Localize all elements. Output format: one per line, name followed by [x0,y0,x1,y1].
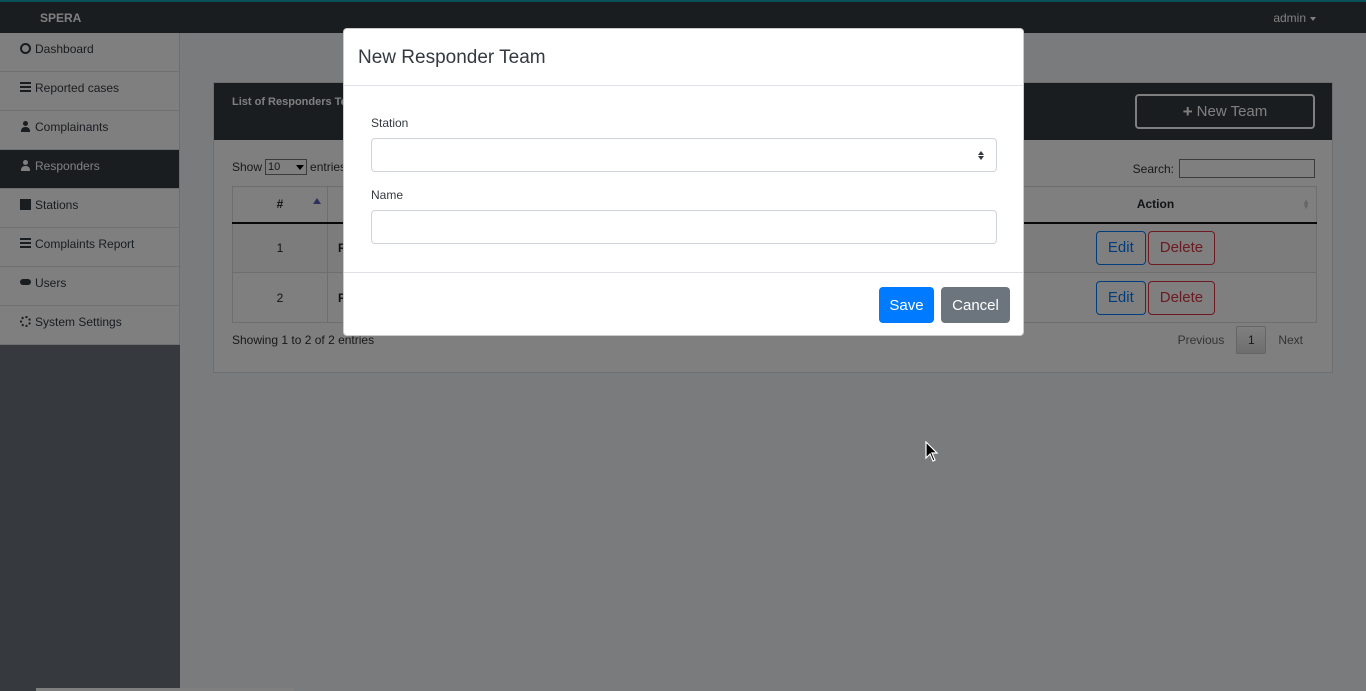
name-input[interactable] [371,210,997,244]
station-label: Station [371,116,409,130]
name-label: Name [371,188,404,202]
modal-body: Station Name [344,86,1023,273]
cancel-button[interactable]: Cancel [941,287,1010,323]
save-button[interactable]: Save [879,287,934,323]
modal-header: New Responder Team [344,29,1023,86]
new-responder-team-modal: New Responder Team Station Name Save Can… [343,28,1024,336]
select-arrows-icon [978,151,984,160]
modal-title: New Responder Team [358,47,546,68]
station-select[interactable] [371,138,997,172]
